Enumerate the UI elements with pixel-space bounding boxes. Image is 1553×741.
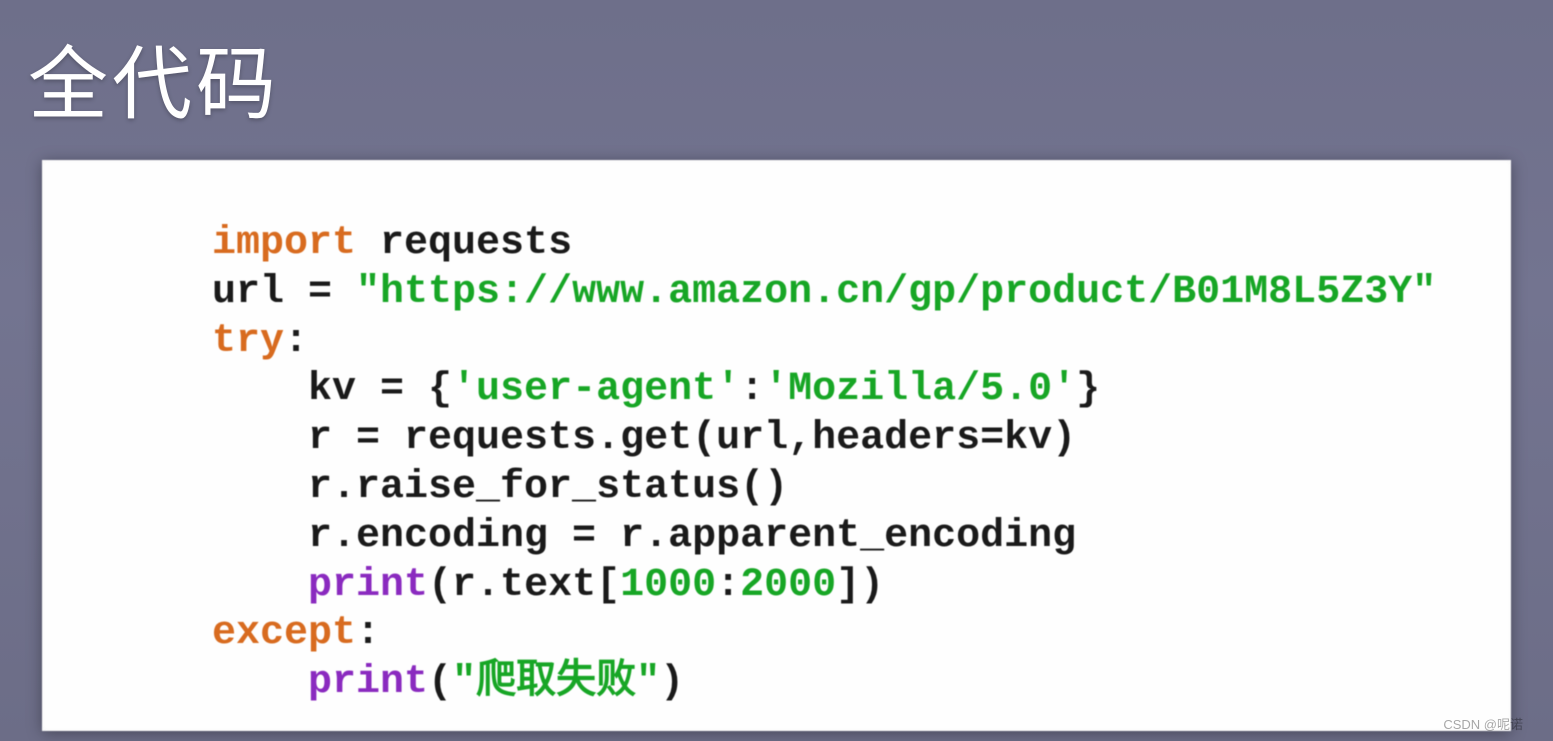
code-line-3: try:	[212, 319, 308, 364]
code-line-2: url = "https://www.amazon.cn/gp/product/…	[212, 270, 1436, 315]
code-line-9: except:	[212, 611, 380, 656]
code-line-10: print("爬取失败")	[212, 660, 684, 705]
code-line-5: r = requests.get(url,headers=kv)	[212, 416, 1076, 461]
slide-title: 全代码	[28, 20, 280, 136]
code-card: import requests url = "https://www.amazo…	[42, 160, 1511, 731]
code-line-1: import requests	[212, 221, 572, 266]
code-line-6: r.raise_for_status()	[212, 465, 788, 510]
watermark: CSDN @呢诺	[1443, 714, 1523, 733]
code-line-8: print(r.text[1000:2000])	[212, 563, 884, 608]
code-line-4: kv = {'user-agent':'Mozilla/5.0'}	[212, 367, 1100, 412]
code-line-7: r.encoding = r.apparent_encoding	[212, 514, 1076, 559]
slide: 全代码 import requests url = "https://www.a…	[0, 0, 1553, 741]
code-block: import requests url = "https://www.amazo…	[212, 220, 1471, 708]
